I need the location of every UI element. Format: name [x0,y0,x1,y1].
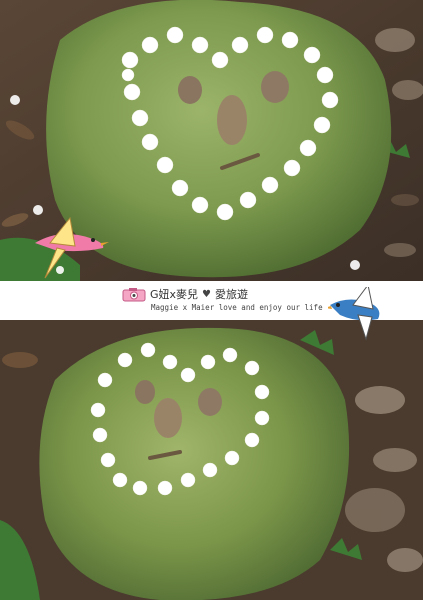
collage: G妞x麥兒 ♥ 愛旅遊 Maggie x Maier love and enjo… [0,0,423,600]
photo-bottom [0,320,423,600]
banner-tagline: Maggie x Maier love and enjoy our life [151,303,323,312]
camera-icon [122,287,146,301]
blue-bird-icon [328,287,380,341]
heart-icon: ♥ [202,288,212,300]
photo-top [0,0,423,281]
banner-blog-name: 愛旅遊 [215,288,249,301]
banner-author: G妞x麥兒 [150,288,199,301]
banner-title: G妞x麥兒 ♥ 愛旅遊 [122,286,248,302]
